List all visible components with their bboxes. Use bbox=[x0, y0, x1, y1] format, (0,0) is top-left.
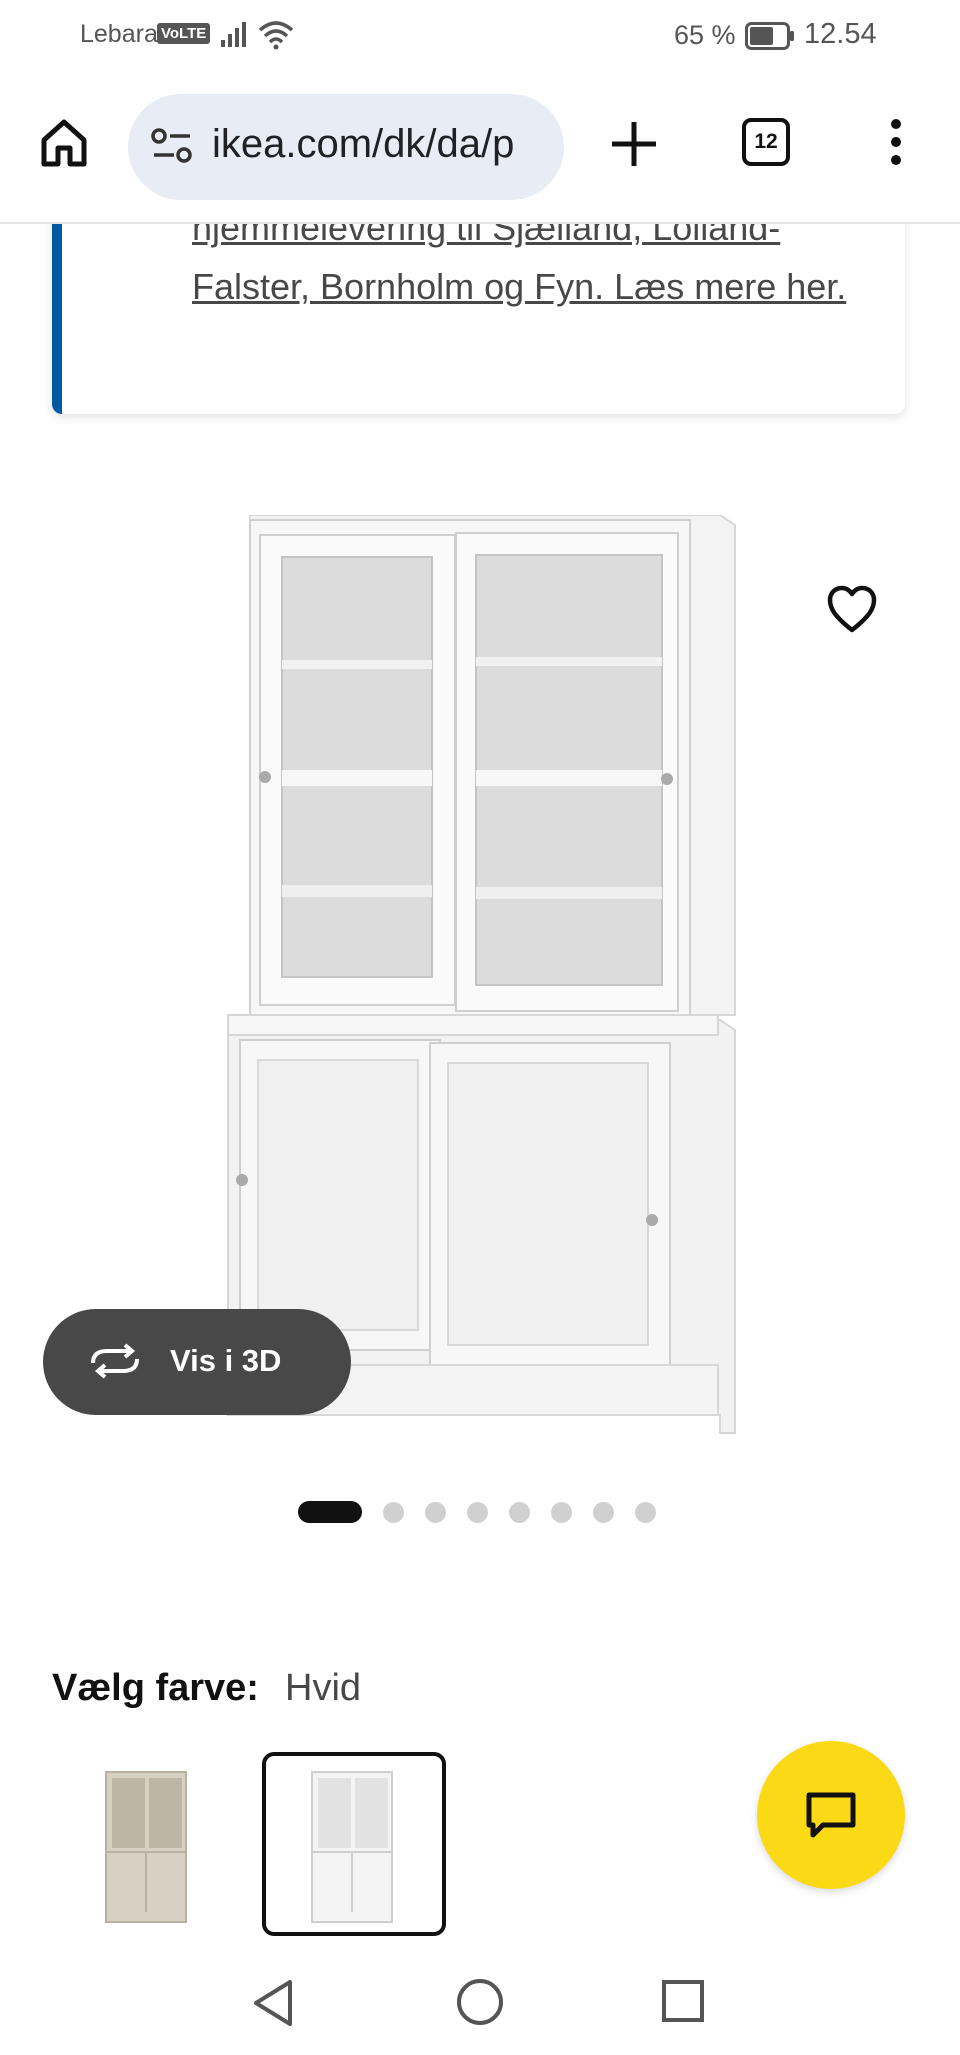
color-swatch-white[interactable] bbox=[262, 1752, 446, 1936]
system-navigation-bar bbox=[0, 1950, 960, 2055]
recent-square-icon[interactable] bbox=[660, 1978, 706, 2029]
plus-icon[interactable] bbox=[606, 116, 662, 172]
browser-toolbar: ikea.com/dk/da/p 12 bbox=[0, 72, 960, 224]
signal-bars-icon bbox=[220, 20, 250, 53]
product-image-gallery[interactable]: Vis i 3D bbox=[0, 460, 960, 1460]
view-3d-button[interactable]: Vis i 3D bbox=[43, 1309, 351, 1415]
status-bar: Lebara VoLTE 65 % 12.54 bbox=[0, 0, 960, 72]
more-vert-icon[interactable] bbox=[876, 114, 916, 170]
carousel-dot[interactable] bbox=[425, 1502, 446, 1523]
clock: 12.54 bbox=[804, 18, 877, 50]
tab-switcher-button[interactable]: 12 bbox=[742, 118, 790, 166]
carousel-dot[interactable] bbox=[635, 1502, 656, 1523]
battery-percent: 65 % bbox=[674, 20, 736, 50]
home-circle-icon[interactable] bbox=[454, 1976, 506, 2033]
tune-icon[interactable] bbox=[150, 126, 194, 171]
carousel-dot[interactable] bbox=[467, 1502, 488, 1523]
heart-icon[interactable] bbox=[824, 582, 880, 638]
view-3d-label: Vis i 3D bbox=[170, 1343, 282, 1378]
rotate-3d-icon bbox=[87, 1343, 143, 1384]
back-triangle-icon[interactable] bbox=[250, 1978, 296, 2033]
color-label: Vælg farve: bbox=[52, 1667, 259, 1709]
color-swatch-beige[interactable] bbox=[80, 1752, 264, 1936]
carousel-dot[interactable] bbox=[551, 1502, 572, 1523]
carousel-dot[interactable] bbox=[593, 1502, 614, 1523]
url-text[interactable]: ikea.com/dk/da/p bbox=[212, 122, 552, 167]
chat-icon bbox=[806, 1792, 856, 1838]
carousel-dot[interactable] bbox=[509, 1502, 530, 1523]
selected-color: Hvid bbox=[285, 1667, 362, 1709]
home-icon[interactable] bbox=[36, 114, 92, 170]
carousel-dot-active[interactable] bbox=[298, 1501, 362, 1523]
wifi-icon bbox=[258, 20, 294, 55]
battery-icon bbox=[745, 22, 795, 55]
address-bar[interactable]: ikea.com/dk/da/p bbox=[128, 94, 564, 200]
chat-button[interactable] bbox=[757, 1741, 905, 1889]
carousel-dot[interactable] bbox=[383, 1502, 404, 1523]
volte-badge: VoLTE bbox=[157, 23, 211, 44]
carrier-name: Lebara bbox=[80, 20, 158, 48]
